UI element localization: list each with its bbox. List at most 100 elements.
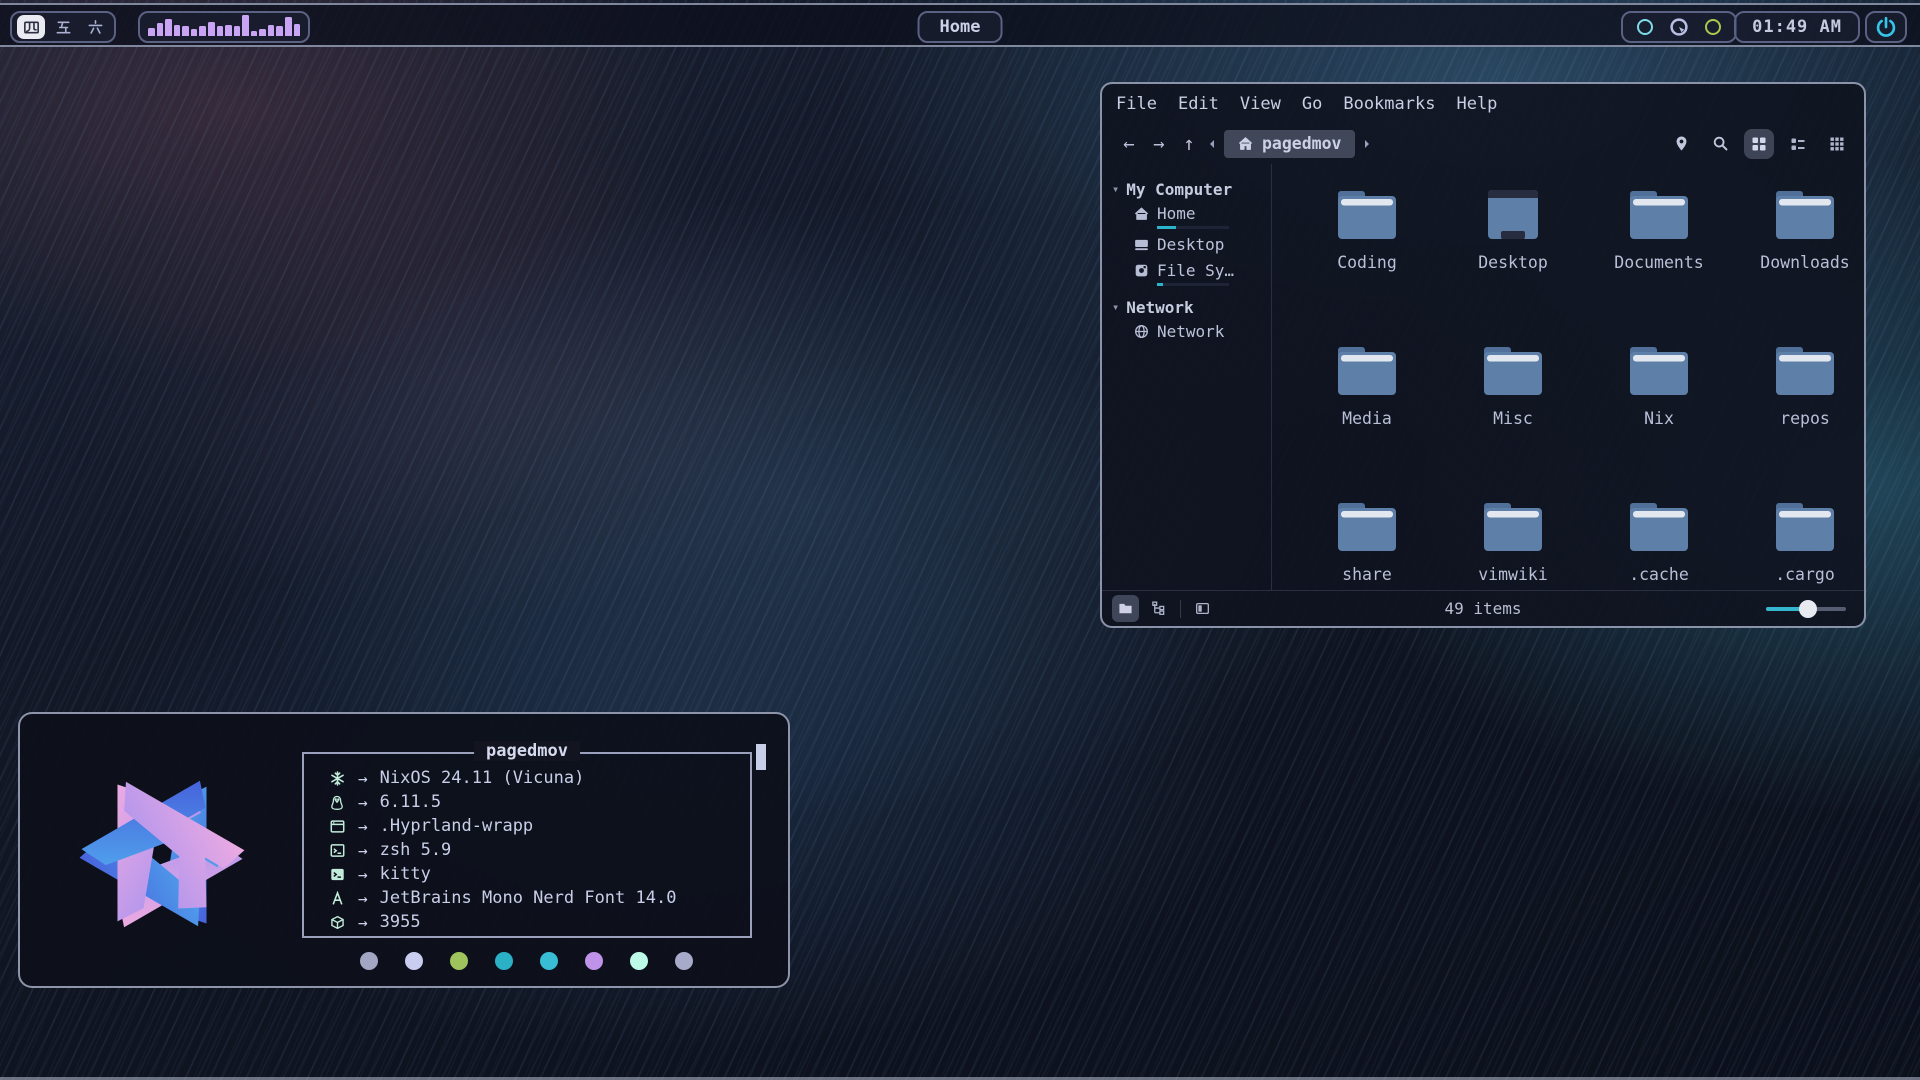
path-scroll-right[interactable]: [1361, 138, 1373, 150]
active-window-title[interactable]: Home: [918, 11, 1003, 43]
fetch-hostname: pagedmov: [474, 741, 580, 761]
menu-item-go[interactable]: Go: [1302, 94, 1322, 114]
fetch-value: kitty: [380, 864, 431, 884]
file-grid: Coding DesktopDocuments Downloads Media Misc…: [1272, 164, 1866, 590]
thumbnail-view-button[interactable]: [1822, 129, 1852, 159]
idle-indicator-icon: [1669, 17, 1689, 37]
sidebar-section-label: Network: [1126, 298, 1193, 317]
palette-dot: [585, 952, 603, 970]
menu-item-edit[interactable]: Edit: [1178, 94, 1219, 114]
visualizer-bar: [165, 19, 172, 36]
file-item-label: Misc: [1493, 409, 1533, 428]
active-window-label: Home: [940, 17, 981, 37]
workspace-button[interactable]: [81, 15, 109, 39]
sidebar-section-header[interactable]: ▾My Computer: [1102, 174, 1271, 204]
disk-usage-bar: [1157, 226, 1229, 229]
toolbar: ← → ↑ pagedmov: [1102, 123, 1864, 164]
visualizer-bar: [251, 31, 258, 36]
menu-item-help[interactable]: Help: [1456, 94, 1497, 114]
file-item-label: Coding: [1337, 253, 1397, 272]
disk-icon: [1134, 263, 1149, 278]
workspace-button[interactable]: [17, 15, 45, 39]
power-button[interactable]: [1865, 11, 1907, 43]
path-segment-home[interactable]: pagedmov: [1224, 130, 1355, 158]
fetch-line: →.Hyprland-wrapp: [328, 814, 750, 838]
file-item[interactable]: Coding: [1294, 186, 1440, 342]
sidebar-item-text: Network: [1157, 322, 1224, 342]
clock[interactable]: 01:49 AM: [1734, 11, 1860, 43]
file-item-label: Downloads: [1760, 253, 1849, 272]
fetch-line: →6.11.5: [328, 790, 750, 814]
visualizer-bar: [191, 29, 198, 36]
file-item-label: Media: [1342, 409, 1392, 428]
workspace-glyph-icon: [86, 18, 105, 37]
fetch-line: →zsh 5.9: [328, 838, 750, 862]
fetch-value: zsh 5.9: [380, 840, 452, 860]
menu-item-file[interactable]: File: [1116, 94, 1157, 114]
workspace-switcher[interactable]: [10, 11, 116, 43]
sidebar-item-home[interactable]: Home: [1102, 204, 1271, 229]
sidebar-item-label: Home: [1157, 204, 1229, 224]
compact-view-button[interactable]: [1783, 129, 1813, 159]
folder-icon: [1627, 186, 1691, 244]
system-indicators[interactable]: [1621, 11, 1737, 43]
visualizer-bar: [174, 25, 181, 36]
file-item[interactable]: Nix: [1586, 342, 1732, 498]
sidebar-item-label: Desktop: [1157, 235, 1224, 255]
sidebar-item-text: Home: [1157, 204, 1229, 229]
palette-dot: [360, 952, 378, 970]
terminal-icon: [328, 867, 346, 882]
file-item-label: repos: [1780, 409, 1830, 428]
file-item-label: Nix: [1644, 409, 1674, 428]
sidebar-item-network[interactable]: Network: [1102, 322, 1271, 342]
home-icon: [1238, 136, 1253, 151]
sidebar-item-label: Network: [1157, 322, 1224, 342]
folder-icon: [1773, 498, 1837, 556]
icon-view-button[interactable]: [1744, 129, 1774, 159]
file-item-label: share: [1342, 565, 1392, 584]
font-letter-icon: [328, 891, 346, 906]
file-item[interactable]: Downloads: [1732, 186, 1866, 342]
file-item[interactable]: Misc: [1440, 342, 1586, 498]
terminal-cursor: [756, 744, 766, 770]
sidebar-item-filesy[interactable]: File Sy…: [1102, 261, 1271, 286]
menu-item-view[interactable]: View: [1240, 94, 1281, 114]
menu-item-bookmarks[interactable]: Bookmarks: [1343, 94, 1435, 114]
back-button[interactable]: ←: [1114, 133, 1144, 155]
fetch-line: →JetBrains Mono Nerd Font 14.0: [328, 886, 750, 910]
nix-snowflake-icon: [328, 771, 346, 786]
workspace-glyph-icon: [54, 18, 73, 37]
sidebar-section-header[interactable]: ▾Network: [1102, 292, 1271, 322]
zoom-slider-knob[interactable]: [1799, 600, 1817, 618]
file-item[interactable]: Media: [1294, 342, 1440, 498]
visualizer-bar: [182, 26, 189, 36]
forward-button[interactable]: →: [1144, 133, 1174, 155]
file-item-label: .cargo: [1775, 565, 1835, 584]
workspace-button[interactable]: [49, 15, 77, 39]
visualizer-bar: [242, 15, 249, 36]
search-button[interactable]: [1705, 129, 1735, 159]
indicator-ring2-icon: [1705, 19, 1721, 35]
arrow-glyph: →: [358, 769, 368, 788]
disk-usage-bar: [1157, 283, 1229, 286]
desktop: Home 01:49 AM File Edit View Go Bookmarks Hel…: [0, 0, 1920, 1080]
visualizer-bar: [199, 26, 206, 36]
zoom-slider[interactable]: [1766, 600, 1846, 618]
path-scroll-left[interactable]: [1206, 138, 1218, 150]
fetch-line: →3955: [328, 910, 750, 934]
file-item[interactable]: Documents: [1586, 186, 1732, 342]
sidebar-item-desktop[interactable]: Desktop: [1102, 235, 1271, 255]
fastfetch-box: pagedmov →NixOS 24.11 (Vicuna)→6.11.5→.H…: [302, 752, 752, 938]
home-icon: [1134, 206, 1149, 221]
disk-usage-fill: [1157, 283, 1163, 286]
status-bar-bottom: 49 items: [1102, 590, 1864, 626]
item-count-label: 49 items: [1102, 599, 1864, 618]
location-pin-button[interactable]: [1666, 129, 1696, 159]
arrow-glyph: →: [358, 817, 368, 836]
file-item[interactable]: Desktop: [1440, 186, 1586, 342]
folder-icon: [1335, 342, 1399, 400]
up-button[interactable]: ↑: [1174, 133, 1204, 155]
clock-label: 01:49 AM: [1752, 17, 1842, 37]
arrow-glyph: →: [358, 913, 368, 932]
file-item[interactable]: repos: [1732, 342, 1866, 498]
